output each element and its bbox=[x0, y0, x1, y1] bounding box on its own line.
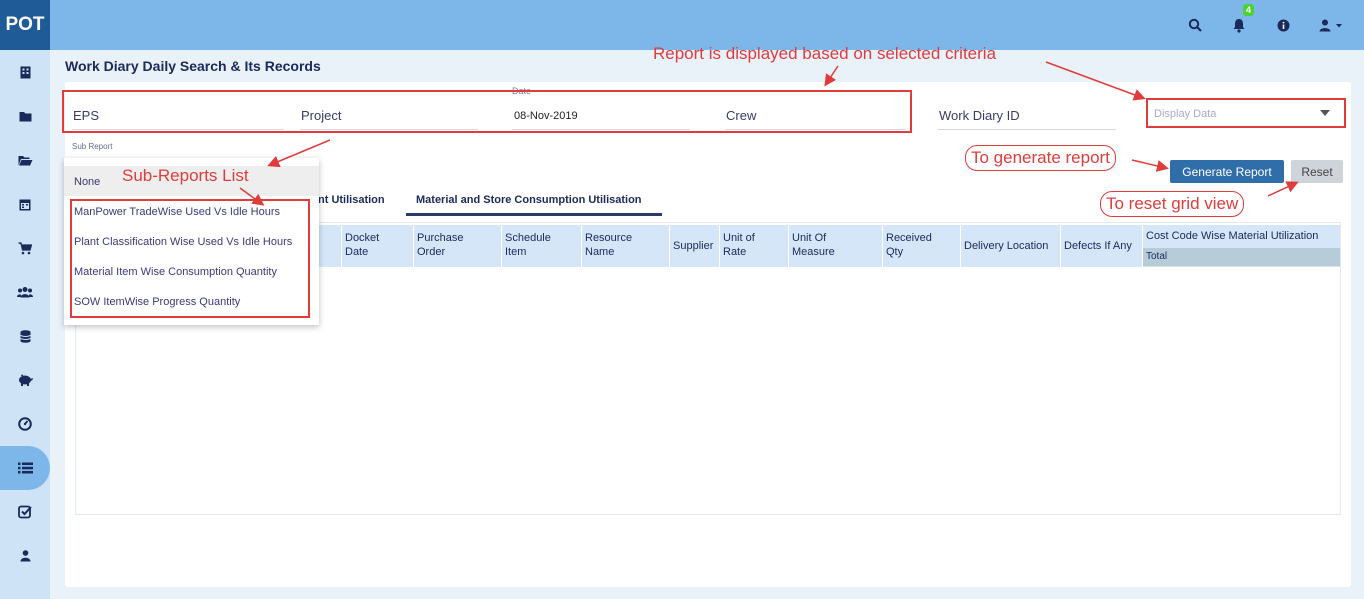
user-icon bbox=[20, 550, 30, 562]
sidebar-item-folder-open[interactable] bbox=[0, 138, 50, 182]
tab-plant-utilisation[interactable]: nt Utilisation bbox=[318, 186, 385, 216]
annotation-reset-grid: To reset grid view bbox=[1100, 191, 1245, 217]
col-purchase-order[interactable]: Purchase Order bbox=[413, 225, 501, 267]
col-supplier[interactable]: Supplier bbox=[669, 225, 719, 267]
dashboard-icon bbox=[18, 417, 32, 431]
database-icon bbox=[19, 329, 31, 343]
page-title: Work Diary Daily Search & Its Records bbox=[65, 58, 321, 74]
sidebar-item-dashboard[interactable] bbox=[0, 402, 50, 446]
criteria-highlight-box bbox=[62, 90, 912, 133]
sub-reports-highlight-box bbox=[70, 199, 310, 318]
users-icon bbox=[17, 287, 33, 298]
sidebar-item-list[interactable] bbox=[0, 446, 50, 490]
folder-open-icon bbox=[18, 155, 32, 165]
user-menu[interactable] bbox=[1318, 16, 1346, 34]
col-docket-date[interactable]: Docket Date bbox=[341, 225, 413, 267]
sub-report-label: Sub Report bbox=[72, 142, 113, 151]
sidebar-item-folder[interactable] bbox=[0, 94, 50, 138]
annotation-report-displayed: Report is displayed based on selected cr… bbox=[653, 44, 997, 63]
notification-badge: 4 bbox=[1242, 4, 1254, 16]
col-resource-name[interactable]: Resource Name bbox=[581, 225, 669, 267]
col-received-qty[interactable]: Received Qty bbox=[882, 225, 960, 267]
display-data-select[interactable]: Display Data bbox=[1146, 98, 1346, 128]
sidebar-item-users[interactable] bbox=[0, 270, 50, 314]
col-total[interactable]: Total bbox=[1143, 248, 1340, 266]
col-unit-of-measure[interactable]: Unit Of Measure bbox=[788, 225, 882, 267]
piggy-bank-icon bbox=[18, 374, 33, 386]
cart-icon bbox=[18, 241, 32, 254]
sidebar-item-check[interactable] bbox=[0, 490, 50, 534]
calendar-icon bbox=[19, 199, 31, 210]
info-icon[interactable] bbox=[1274, 16, 1292, 34]
folder-icon bbox=[19, 111, 31, 121]
check-square-icon bbox=[18, 505, 32, 519]
annotation-generate-report: To generate report bbox=[965, 145, 1116, 171]
col-schedule-item[interactable]: Schedule Item bbox=[501, 225, 581, 267]
sidebar bbox=[0, 50, 50, 599]
sidebar-item-calendar[interactable] bbox=[0, 182, 50, 226]
generate-report-button[interactable]: Generate Report bbox=[1170, 160, 1284, 183]
chevron-down-icon bbox=[1320, 110, 1330, 116]
search-icon[interactable] bbox=[1186, 16, 1204, 34]
building-icon bbox=[20, 66, 30, 78]
bell-icon[interactable]: 4 bbox=[1230, 4, 1254, 34]
sidebar-item-database[interactable] bbox=[0, 314, 50, 358]
sidebar-item-piggy-bank[interactable] bbox=[0, 358, 50, 402]
tab-material-consumption[interactable]: Material and Store Consumption Utilisati… bbox=[406, 186, 662, 216]
top-bar: POT 4 bbox=[0, 0, 1364, 50]
sidebar-item-cart[interactable] bbox=[0, 226, 50, 270]
list-icon bbox=[17, 462, 33, 474]
col-delivery-location[interactable]: Delivery Location bbox=[960, 225, 1060, 267]
col-defects[interactable]: Defects If Any bbox=[1060, 225, 1142, 267]
work-diary-id-label: Work Diary ID bbox=[939, 108, 1020, 123]
display-data-placeholder: Display Data bbox=[1154, 108, 1217, 120]
col-unit-of-rate[interactable]: Unit of Rate bbox=[719, 225, 788, 267]
work-diary-id-field[interactable]: Work Diary ID bbox=[938, 82, 1116, 130]
annotation-sub-reports-list: Sub-Reports List bbox=[122, 166, 249, 185]
sidebar-item-building[interactable] bbox=[0, 50, 50, 94]
sidebar-item-user[interactable] bbox=[0, 534, 50, 578]
app-logo[interactable]: POT bbox=[0, 0, 50, 50]
reset-button[interactable]: Reset bbox=[1291, 160, 1343, 183]
